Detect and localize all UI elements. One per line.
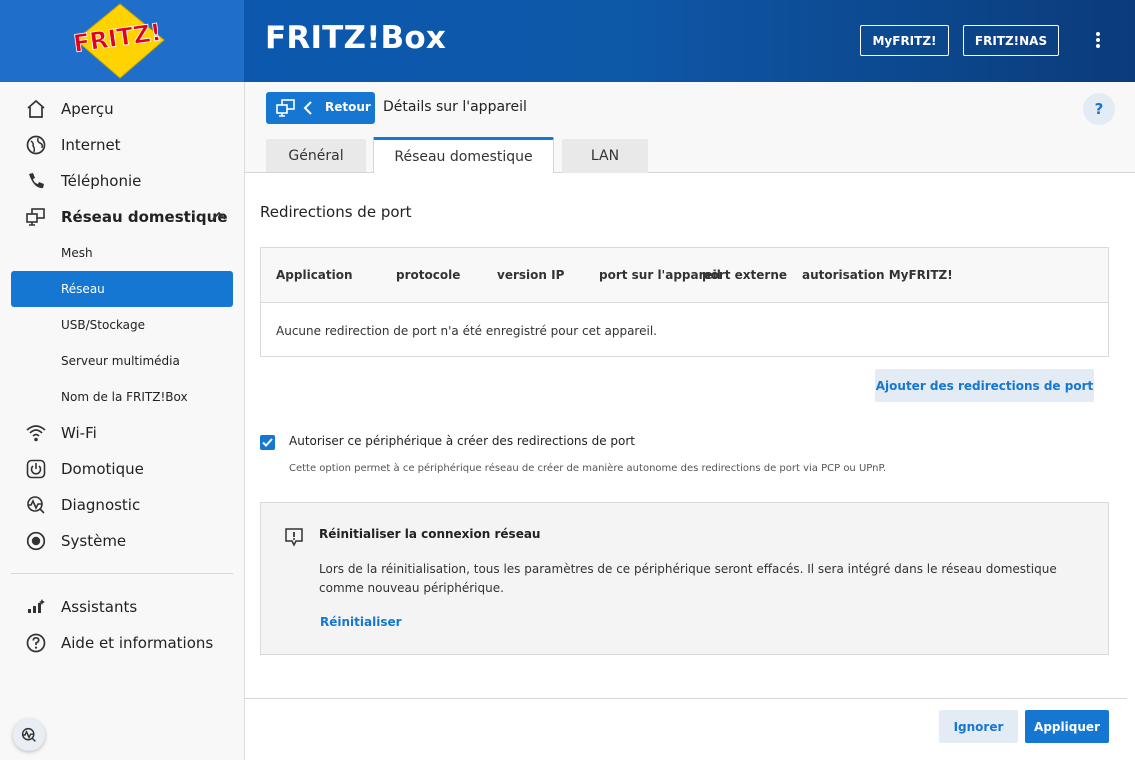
sidebar-subitem-serveur-multimedia[interactable]: Serveur multimédia — [11, 343, 233, 379]
back-button-label: Retour — [325, 100, 371, 114]
sidebar-item-label: Aide et informations — [61, 634, 214, 652]
sidebar-item-label: Téléphonie — [61, 172, 142, 190]
reset-panel: Réinitialiser la connexion réseau Lors d… — [260, 502, 1109, 655]
help-button[interactable]: ? — [1083, 93, 1115, 125]
brand-title: FRITZ!Box — [265, 20, 447, 56]
help-icon — [26, 633, 46, 653]
top-header: FRITZ! FRITZ!Box MyFRITZ! FRITZ!NAS — [0, 0, 1135, 82]
sidebar-subitem-label: Mesh — [61, 246, 93, 260]
diagnostic-icon — [21, 727, 36, 742]
column-header: protocole — [396, 268, 461, 282]
logo-area: FRITZ! — [0, 0, 244, 82]
apply-button[interactable]: Appliquer — [1025, 710, 1109, 743]
globe-icon — [26, 135, 46, 155]
chevron-left-icon — [303, 101, 312, 115]
sidebar-item-apercu[interactable]: Aperçu — [0, 91, 244, 127]
diagnostic-shortcut-button[interactable] — [13, 719, 45, 751]
section-title: Redirections de port — [260, 203, 412, 221]
chevron-up-icon[interactable] — [212, 211, 226, 221]
sidebar-item-wifi[interactable]: Wi-Fi — [0, 415, 244, 451]
tab-reseau-domestique[interactable]: Réseau domestique — [373, 137, 554, 173]
sidebar-subitem-nom-fritzbox[interactable]: Nom de la FRITZ!Box — [11, 379, 233, 415]
sidebar-divider — [11, 573, 233, 574]
power-icon — [26, 459, 46, 479]
sidebar-subitem-label: Serveur multimédia — [61, 354, 180, 368]
column-header: port externe — [702, 268, 788, 282]
table-empty-message: Aucune redirection de port n'a été enreg… — [276, 324, 657, 338]
system-icon — [26, 531, 46, 551]
sidebar-item-label: Réseau domestique — [61, 208, 228, 226]
diagnostic-icon — [27, 496, 45, 514]
phone-icon — [29, 173, 44, 189]
page-title: Détails sur l'appareil — [383, 99, 527, 115]
checkmark-icon — [262, 438, 273, 447]
sidebar-item-label: Diagnostic — [61, 496, 141, 514]
sidebar-item-diagnostic[interactable]: Diagnostic — [0, 487, 244, 523]
more-menu-icon[interactable] — [1088, 30, 1108, 50]
sidebar-item-label: Internet — [61, 136, 121, 154]
sidebar-subitem-mesh[interactable]: Mesh — [11, 235, 233, 271]
reset-description: Lors de la réinitialisation, tous les pa… — [319, 562, 1057, 595]
tab-general[interactable]: Général — [266, 139, 366, 173]
column-header: Application — [276, 268, 353, 282]
column-header: autorisation MyFRITZ! — [802, 268, 953, 282]
reset-title: Réinitialiser la connexion réseau — [319, 527, 541, 541]
reset-link[interactable]: Réinitialiser — [320, 615, 402, 629]
sidebar-item-assistants[interactable]: Assistants — [0, 589, 244, 625]
fritznas-button[interactable]: FRITZ!NAS — [963, 25, 1059, 56]
back-button[interactable]: Retour — [266, 92, 375, 124]
sidebar-item-label: Aperçu — [61, 100, 114, 118]
checkbox-hint: Cette option permet à ce périphérique ré… — [289, 463, 887, 474]
network-icon — [26, 208, 45, 226]
fritz-logo[interactable]: FRITZ! — [66, 2, 174, 80]
footer-divider — [245, 698, 1127, 699]
sidebar-subitem-usb-stockage[interactable]: USB/Stockage — [11, 307, 233, 343]
sidebar-item-systeme[interactable]: Système — [0, 523, 244, 559]
sidebar-item-telephonie[interactable]: Téléphonie — [0, 163, 244, 199]
add-port-forwarding-button[interactable]: Ajouter des redirections de port — [875, 369, 1094, 402]
sidebar-subitem-reseau[interactable]: Réseau — [11, 271, 233, 307]
sidebar-item-internet[interactable]: Internet — [0, 127, 244, 163]
port-forwarding-table: Application protocole version IP port su… — [260, 247, 1109, 357]
sidebar-subitem-label: Nom de la FRITZ!Box — [61, 390, 188, 404]
sidebar-item-reseau-domestique[interactable]: Réseau domestique — [0, 199, 244, 235]
wifi-icon — [26, 425, 46, 442]
table-header: Application protocole version IP port su… — [261, 248, 1108, 303]
sidebar-subitem-label: Réseau — [61, 282, 105, 296]
checkbox-label[interactable]: Autoriser ce périphérique à créer des re… — [289, 434, 635, 448]
myfritz-button[interactable]: MyFRITZ! — [860, 25, 949, 56]
sidebar-item-aide[interactable]: Aide et informations — [0, 625, 244, 661]
network-icon — [276, 99, 295, 117]
tab-lan[interactable]: LAN — [562, 139, 648, 173]
column-header: version IP — [497, 268, 565, 282]
sidebar-item-domotique[interactable]: Domotique — [0, 451, 244, 487]
allow-port-forwarding-checkbox[interactable] — [260, 435, 275, 450]
sidebar-subitem-label: USB/Stockage — [61, 318, 146, 332]
ignore-button[interactable]: Ignorer — [939, 710, 1018, 743]
sidebar-item-label: Domotique — [61, 460, 144, 478]
sidebar: Aperçu Internet Téléphonie Réseau domest… — [0, 82, 245, 760]
home-icon — [27, 99, 45, 118]
sidebar-item-label: Système — [61, 532, 127, 550]
warning-icon — [285, 528, 303, 547]
sidebar-item-label: Assistants — [61, 598, 138, 616]
sidebar-item-label: Wi-Fi — [61, 424, 97, 442]
wizard-icon — [28, 599, 45, 613]
